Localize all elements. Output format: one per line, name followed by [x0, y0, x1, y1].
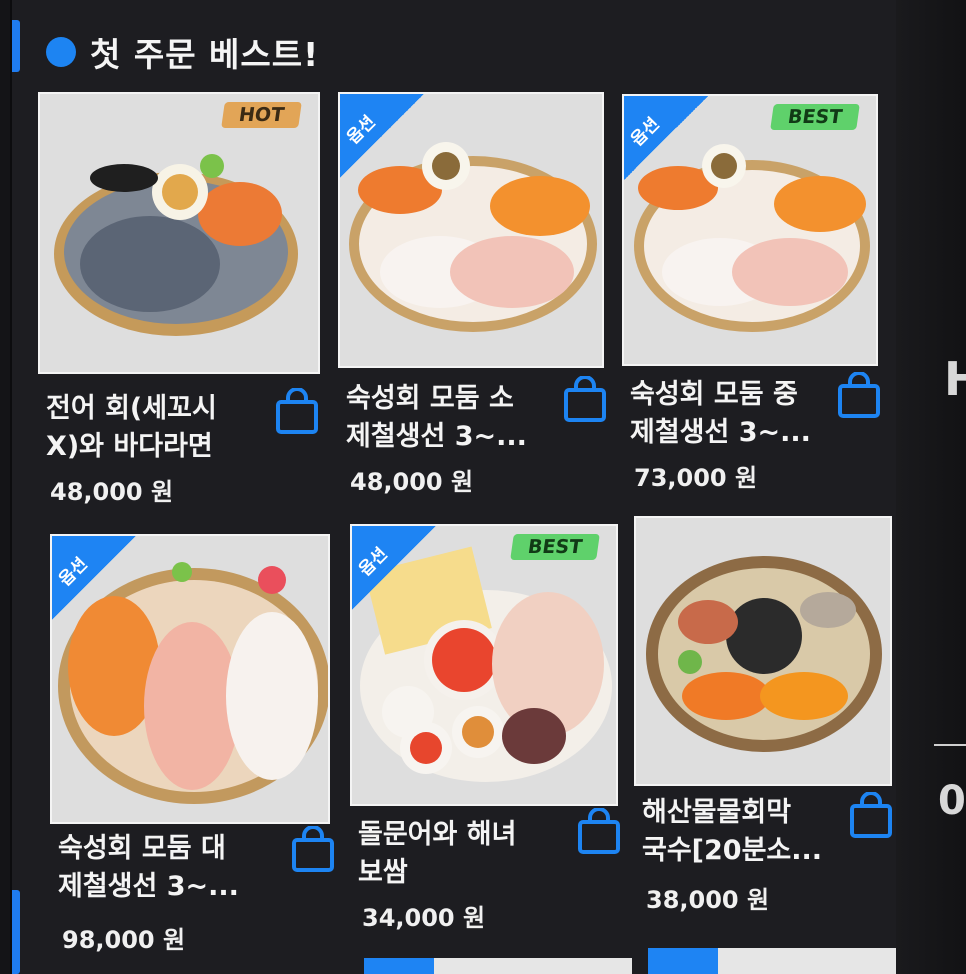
shopping-bag-icon[interactable] — [290, 826, 336, 872]
best-badge: BEST — [510, 534, 600, 560]
shopping-bag-icon[interactable] — [576, 808, 622, 854]
product-image[interactable]: HOT — [38, 92, 320, 374]
side-indicator — [12, 20, 20, 72]
food-platter-illustration — [54, 154, 298, 336]
product-image[interactable]: 옵션 BEST — [350, 524, 618, 806]
product-card[interactable]: 옵션 BEST 숙성회 모둠 중 제철생선 3~... 73,000 원 — [622, 94, 892, 514]
side-indicator — [12, 890, 20, 974]
next-product-image[interactable] — [364, 958, 632, 974]
best-badge: BEST — [770, 104, 860, 130]
shopping-bag-icon[interactable] — [274, 388, 320, 434]
product-price: 48,000 원 — [50, 478, 174, 506]
section-dot-icon — [46, 37, 76, 67]
adjacent-panel — [896, 0, 966, 974]
app-screen: 첫 주문 베스트! HOT 전어 회(세꼬시 X)와 바다라면 48,000 원 — [10, 0, 898, 974]
hot-badge: HOT — [221, 102, 302, 128]
shopping-bag-icon[interactable] — [836, 372, 882, 418]
product-card[interactable]: 해산물물회막 국수[20분소... 38,000 원 — [634, 516, 898, 936]
adjacent-panel-text: 0 — [938, 778, 966, 824]
product-image[interactable] — [634, 516, 892, 786]
product-price: 48,000 원 — [350, 468, 474, 496]
food-platter-illustration — [646, 556, 882, 752]
product-price: 73,000 원 — [634, 464, 758, 492]
product-name: 숙성회 모둠 대 제철생선 3~... — [58, 833, 239, 902]
product-image[interactable]: 옵션 — [338, 92, 604, 368]
product-card[interactable]: 옵션 BEST 돌문어와 해녀 보쌈 34,000 원 — [350, 524, 640, 954]
product-name: 해산물물회막 국수[20분소... — [642, 797, 823, 866]
product-name: 전어 회(세꼬시 X)와 바다라면 — [46, 393, 217, 462]
adjacent-divider — [934, 744, 966, 746]
product-card[interactable]: 옵션 숙성회 모둠 소 제철생선 3~... 48,000 원 — [338, 92, 628, 512]
product-image[interactable]: 옵션 — [50, 534, 330, 824]
shopping-bag-icon[interactable] — [562, 376, 608, 422]
product-name: 숙성회 모둠 소 제철생선 3~... — [346, 383, 527, 452]
section-title: 첫 주문 베스트! — [90, 35, 320, 74]
product-name: 돌문어와 해녀 보쌈 — [358, 819, 517, 888]
adjacent-panel-text: H — [944, 352, 966, 406]
product-price: 98,000 원 — [62, 926, 186, 954]
shopping-bag-icon[interactable] — [848, 792, 894, 838]
product-price: 34,000 원 — [362, 904, 486, 932]
product-image[interactable]: 옵션 BEST — [622, 94, 878, 366]
product-card[interactable]: 옵션 숙성회 모둠 대 제철생선 3~... 98,000 원 — [50, 534, 340, 964]
product-price: 38,000 원 — [646, 886, 770, 914]
product-name: 숙성회 모둠 중 제철생선 3~... — [630, 379, 811, 448]
product-card[interactable]: HOT 전어 회(세꼬시 X)와 바다라면 48,000 원 — [38, 92, 328, 512]
section-header: 첫 주문 베스트! — [46, 28, 319, 76]
next-product-image[interactable] — [648, 948, 898, 974]
